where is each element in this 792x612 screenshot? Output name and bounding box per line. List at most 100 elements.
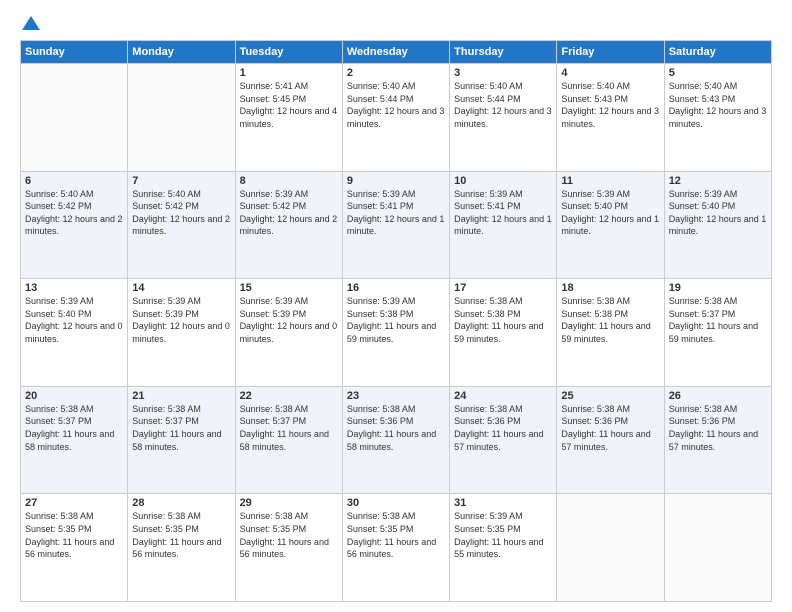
day-header-wednesday: Wednesday <box>342 41 449 64</box>
calendar-cell: 10Sunrise: 5:39 AM Sunset: 5:41 PM Dayli… <box>450 171 557 279</box>
calendar-cell <box>664 494 771 602</box>
calendar-cell: 30Sunrise: 5:38 AM Sunset: 5:35 PM Dayli… <box>342 494 449 602</box>
calendar-cell: 8Sunrise: 5:39 AM Sunset: 5:42 PM Daylig… <box>235 171 342 279</box>
day-detail: Sunrise: 5:40 AM Sunset: 5:44 PM Dayligh… <box>454 80 552 130</box>
calendar-cell: 4Sunrise: 5:40 AM Sunset: 5:43 PM Daylig… <box>557 64 664 172</box>
calendar-cell: 14Sunrise: 5:39 AM Sunset: 5:39 PM Dayli… <box>128 279 235 387</box>
day-detail: Sunrise: 5:38 AM Sunset: 5:37 PM Dayligh… <box>25 403 123 453</box>
calendar-cell: 28Sunrise: 5:38 AM Sunset: 5:35 PM Dayli… <box>128 494 235 602</box>
day-detail: Sunrise: 5:38 AM Sunset: 5:36 PM Dayligh… <box>561 403 659 453</box>
day-detail: Sunrise: 5:40 AM Sunset: 5:42 PM Dayligh… <box>25 188 123 238</box>
calendar-cell: 26Sunrise: 5:38 AM Sunset: 5:36 PM Dayli… <box>664 386 771 494</box>
day-number: 2 <box>347 67 445 79</box>
day-detail: Sunrise: 5:41 AM Sunset: 5:45 PM Dayligh… <box>240 80 338 130</box>
day-number: 3 <box>454 67 552 79</box>
day-detail: Sunrise: 5:38 AM Sunset: 5:36 PM Dayligh… <box>454 403 552 453</box>
calendar-cell: 18Sunrise: 5:38 AM Sunset: 5:38 PM Dayli… <box>557 279 664 387</box>
day-detail: Sunrise: 5:38 AM Sunset: 5:38 PM Dayligh… <box>454 295 552 345</box>
day-header-sunday: Sunday <box>21 41 128 64</box>
day-number: 25 <box>561 390 659 402</box>
day-number: 8 <box>240 175 338 187</box>
day-number: 24 <box>454 390 552 402</box>
calendar-cell: 3Sunrise: 5:40 AM Sunset: 5:44 PM Daylig… <box>450 64 557 172</box>
day-number: 11 <box>561 175 659 187</box>
logo-icon <box>22 16 40 30</box>
calendar-cell: 20Sunrise: 5:38 AM Sunset: 5:37 PM Dayli… <box>21 386 128 494</box>
day-header-monday: Monday <box>128 41 235 64</box>
day-number: 16 <box>347 282 445 294</box>
day-header-thursday: Thursday <box>450 41 557 64</box>
calendar-cell: 13Sunrise: 5:39 AM Sunset: 5:40 PM Dayli… <box>21 279 128 387</box>
calendar-cell <box>128 64 235 172</box>
day-number: 22 <box>240 390 338 402</box>
day-detail: Sunrise: 5:38 AM Sunset: 5:37 PM Dayligh… <box>669 295 767 345</box>
day-number: 7 <box>132 175 230 187</box>
day-detail: Sunrise: 5:38 AM Sunset: 5:37 PM Dayligh… <box>240 403 338 453</box>
day-number: 29 <box>240 497 338 509</box>
day-number: 14 <box>132 282 230 294</box>
day-detail: Sunrise: 5:38 AM Sunset: 5:35 PM Dayligh… <box>132 510 230 560</box>
day-number: 30 <box>347 497 445 509</box>
day-number: 5 <box>669 67 767 79</box>
calendar-cell: 27Sunrise: 5:38 AM Sunset: 5:35 PM Dayli… <box>21 494 128 602</box>
day-number: 1 <box>240 67 338 79</box>
day-number: 27 <box>25 497 123 509</box>
calendar-cell: 22Sunrise: 5:38 AM Sunset: 5:37 PM Dayli… <box>235 386 342 494</box>
calendar-cell: 23Sunrise: 5:38 AM Sunset: 5:36 PM Dayli… <box>342 386 449 494</box>
day-number: 17 <box>454 282 552 294</box>
day-detail: Sunrise: 5:39 AM Sunset: 5:42 PM Dayligh… <box>240 188 338 238</box>
calendar-cell <box>557 494 664 602</box>
day-number: 31 <box>454 497 552 509</box>
day-detail: Sunrise: 5:40 AM Sunset: 5:43 PM Dayligh… <box>561 80 659 130</box>
day-detail: Sunrise: 5:38 AM Sunset: 5:35 PM Dayligh… <box>347 510 445 560</box>
day-number: 12 <box>669 175 767 187</box>
calendar-cell: 11Sunrise: 5:39 AM Sunset: 5:40 PM Dayli… <box>557 171 664 279</box>
day-detail: Sunrise: 5:40 AM Sunset: 5:42 PM Dayligh… <box>132 188 230 238</box>
calendar-table: SundayMondayTuesdayWednesdayThursdayFrid… <box>20 40 772 602</box>
logo <box>20 16 40 30</box>
calendar-cell: 16Sunrise: 5:39 AM Sunset: 5:38 PM Dayli… <box>342 279 449 387</box>
calendar-cell <box>21 64 128 172</box>
calendar-week-row: 20Sunrise: 5:38 AM Sunset: 5:37 PM Dayli… <box>21 386 772 494</box>
calendar-cell: 7Sunrise: 5:40 AM Sunset: 5:42 PM Daylig… <box>128 171 235 279</box>
day-number: 20 <box>25 390 123 402</box>
day-number: 26 <box>669 390 767 402</box>
calendar-week-row: 27Sunrise: 5:38 AM Sunset: 5:35 PM Dayli… <box>21 494 772 602</box>
day-number: 13 <box>25 282 123 294</box>
day-detail: Sunrise: 5:38 AM Sunset: 5:36 PM Dayligh… <box>669 403 767 453</box>
day-number: 18 <box>561 282 659 294</box>
day-detail: Sunrise: 5:38 AM Sunset: 5:36 PM Dayligh… <box>347 403 445 453</box>
calendar-cell: 31Sunrise: 5:39 AM Sunset: 5:35 PM Dayli… <box>450 494 557 602</box>
day-number: 6 <box>25 175 123 187</box>
calendar-header-row: SundayMondayTuesdayWednesdayThursdayFrid… <box>21 41 772 64</box>
day-detail: Sunrise: 5:39 AM Sunset: 5:40 PM Dayligh… <box>25 295 123 345</box>
calendar-cell: 15Sunrise: 5:39 AM Sunset: 5:39 PM Dayli… <box>235 279 342 387</box>
day-number: 10 <box>454 175 552 187</box>
day-detail: Sunrise: 5:39 AM Sunset: 5:38 PM Dayligh… <box>347 295 445 345</box>
calendar-cell: 9Sunrise: 5:39 AM Sunset: 5:41 PM Daylig… <box>342 171 449 279</box>
calendar-week-row: 1Sunrise: 5:41 AM Sunset: 5:45 PM Daylig… <box>21 64 772 172</box>
day-detail: Sunrise: 5:39 AM Sunset: 5:41 PM Dayligh… <box>454 188 552 238</box>
calendar-cell: 5Sunrise: 5:40 AM Sunset: 5:43 PM Daylig… <box>664 64 771 172</box>
day-detail: Sunrise: 5:39 AM Sunset: 5:40 PM Dayligh… <box>669 188 767 238</box>
calendar-cell: 21Sunrise: 5:38 AM Sunset: 5:37 PM Dayli… <box>128 386 235 494</box>
calendar-cell: 1Sunrise: 5:41 AM Sunset: 5:45 PM Daylig… <box>235 64 342 172</box>
day-number: 19 <box>669 282 767 294</box>
day-detail: Sunrise: 5:40 AM Sunset: 5:43 PM Dayligh… <box>669 80 767 130</box>
day-detail: Sunrise: 5:39 AM Sunset: 5:39 PM Dayligh… <box>240 295 338 345</box>
day-detail: Sunrise: 5:38 AM Sunset: 5:35 PM Dayligh… <box>25 510 123 560</box>
day-header-friday: Friday <box>557 41 664 64</box>
calendar-cell: 2Sunrise: 5:40 AM Sunset: 5:44 PM Daylig… <box>342 64 449 172</box>
calendar-cell: 29Sunrise: 5:38 AM Sunset: 5:35 PM Dayli… <box>235 494 342 602</box>
calendar-cell: 25Sunrise: 5:38 AM Sunset: 5:36 PM Dayli… <box>557 386 664 494</box>
day-detail: Sunrise: 5:39 AM Sunset: 5:39 PM Dayligh… <box>132 295 230 345</box>
day-detail: Sunrise: 5:38 AM Sunset: 5:37 PM Dayligh… <box>132 403 230 453</box>
calendar-cell: 24Sunrise: 5:38 AM Sunset: 5:36 PM Dayli… <box>450 386 557 494</box>
calendar-cell: 6Sunrise: 5:40 AM Sunset: 5:42 PM Daylig… <box>21 171 128 279</box>
day-detail: Sunrise: 5:38 AM Sunset: 5:35 PM Dayligh… <box>240 510 338 560</box>
day-number: 15 <box>240 282 338 294</box>
day-detail: Sunrise: 5:39 AM Sunset: 5:35 PM Dayligh… <box>454 510 552 560</box>
day-detail: Sunrise: 5:38 AM Sunset: 5:38 PM Dayligh… <box>561 295 659 345</box>
day-number: 28 <box>132 497 230 509</box>
page: SundayMondayTuesdayWednesdayThursdayFrid… <box>0 0 792 612</box>
